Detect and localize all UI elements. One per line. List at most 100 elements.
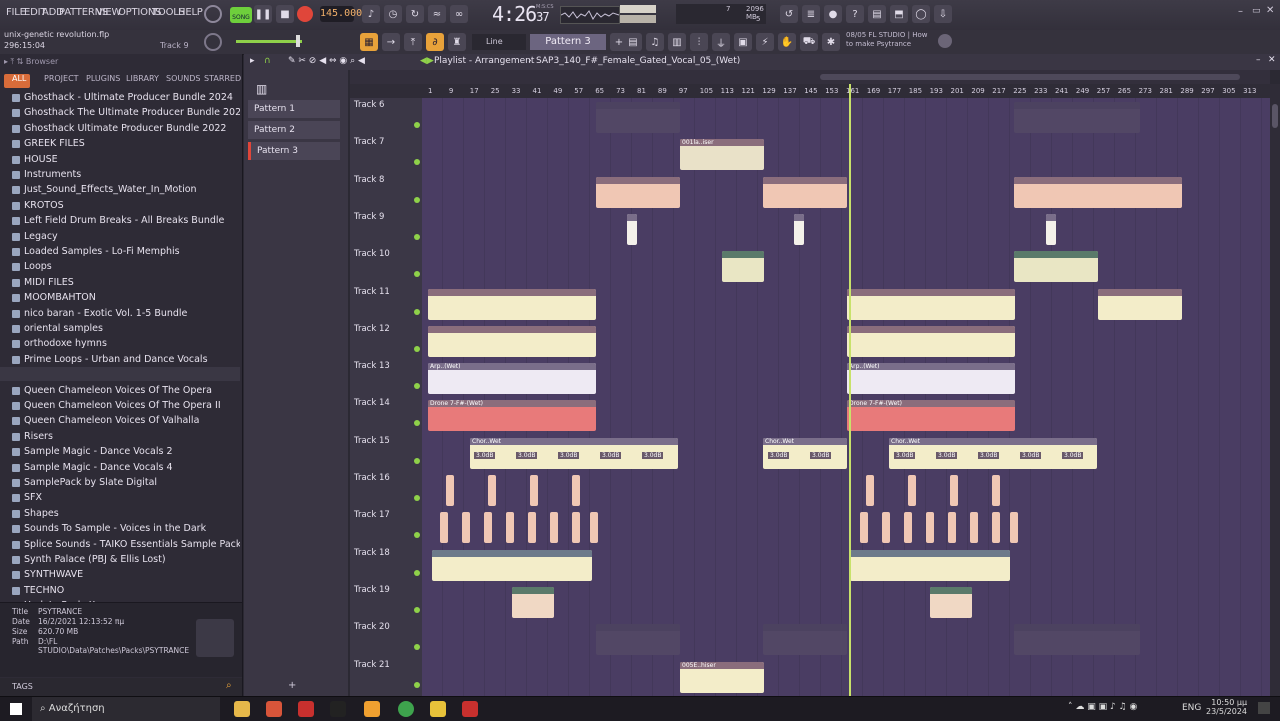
chrome-icon[interactable] bbox=[398, 701, 414, 717]
stamp-button[interactable]: ♜ bbox=[448, 33, 466, 51]
playlist-clip[interactable] bbox=[866, 475, 874, 506]
channel-rack-button[interactable]: ▥ bbox=[668, 33, 686, 51]
track-header[interactable]: Track 18 bbox=[354, 548, 420, 576]
blend-notes-button[interactable]: ≈ bbox=[428, 5, 446, 23]
file-explorer-icon[interactable] bbox=[234, 701, 250, 717]
master-volume-knob[interactable] bbox=[204, 5, 222, 23]
clip-header[interactable]: Chor..Wet bbox=[889, 437, 1097, 445]
search-icon[interactable]: ⌕ bbox=[226, 680, 232, 691]
browser-item[interactable]: Queen Chameleon Voices Of Valhalla bbox=[12, 415, 199, 426]
track-header[interactable]: Track 13 bbox=[354, 361, 420, 390]
add-pattern-icon[interactable]: + bbox=[288, 680, 296, 691]
playlist-clip[interactable] bbox=[847, 325, 1015, 357]
playlist-clip[interactable] bbox=[528, 512, 536, 544]
clip-header[interactable] bbox=[596, 176, 680, 184]
taskbar-search[interactable]: ⌕ Αναζήτηση bbox=[32, 697, 220, 721]
playlist-menu-icon[interactable]: ▸ bbox=[250, 56, 255, 66]
clip-header[interactable] bbox=[596, 624, 680, 632]
playlist-close-icon[interactable]: ✕ bbox=[1268, 55, 1276, 65]
browser-item[interactable]: TECHNO bbox=[12, 585, 64, 596]
pitch-knob[interactable] bbox=[204, 33, 222, 51]
piano-icon[interactable]: ▥ bbox=[256, 82, 267, 96]
fl-studio-icon[interactable] bbox=[364, 701, 380, 717]
playlist-clip[interactable] bbox=[1098, 288, 1182, 320]
playlist-clip[interactable] bbox=[1014, 624, 1140, 656]
playlist-clip[interactable] bbox=[992, 512, 1000, 544]
playlist-clip[interactable] bbox=[948, 512, 956, 544]
playlist-clip[interactable] bbox=[1014, 251, 1098, 283]
chat-button[interactable]: ◯ bbox=[912, 5, 930, 23]
playlist-clip[interactable] bbox=[572, 512, 580, 544]
countdown-button[interactable]: ↻ bbox=[406, 5, 424, 23]
windows-start-icon[interactable] bbox=[10, 703, 22, 715]
tab-sounds[interactable]: SOUNDS bbox=[166, 74, 200, 83]
recorder-icon[interactable] bbox=[298, 701, 314, 717]
stop-button[interactable]: ■ bbox=[276, 5, 294, 23]
track-header[interactable]: Track 16 bbox=[354, 473, 420, 501]
pattern-item-3[interactable]: Pattern 3 bbox=[248, 142, 340, 160]
track-header[interactable]: Track 21 bbox=[354, 660, 420, 688]
track-enable-toggle[interactable] bbox=[414, 196, 420, 203]
clip-header[interactable] bbox=[596, 102, 680, 109]
track-header[interactable]: Track 6 bbox=[354, 100, 420, 128]
browser-item[interactable]: Shapes bbox=[12, 508, 59, 519]
record-button[interactable] bbox=[297, 6, 313, 22]
browser-item[interactable]: Splice Sounds - TAIKO Essentials Sample … bbox=[12, 539, 240, 550]
download-button[interactable]: ⇩ bbox=[934, 5, 952, 23]
playlist-clip-source[interactable]: SAP3_140_F#_Female_Gated_Vocal_05_(Wet) bbox=[536, 56, 740, 66]
playlist-clip[interactable]: Arp..(Wet) bbox=[428, 363, 596, 395]
notification-icon[interactable] bbox=[1258, 702, 1270, 714]
metronome-button[interactable]: ♪ bbox=[362, 5, 380, 23]
tags-label[interactable]: TAGS bbox=[12, 682, 33, 691]
playlist-clip[interactable] bbox=[550, 512, 558, 544]
snap-mode-select[interactable]: Line bbox=[472, 34, 526, 50]
playlist-minimize-icon[interactable]: – bbox=[1256, 55, 1261, 65]
clip-header[interactable]: Arp..(Wet) bbox=[428, 363, 596, 371]
playlist-clip[interactable] bbox=[763, 176, 847, 208]
playlist-clip[interactable] bbox=[572, 475, 580, 506]
browser-item[interactable]: GREEK FILES bbox=[12, 138, 85, 149]
plugin-picker-button[interactable]: ⏚ bbox=[712, 33, 730, 51]
tab-all[interactable]: ALL bbox=[12, 74, 26, 83]
mixer-button[interactable]: ≣ bbox=[802, 5, 820, 23]
playlist-clip[interactable] bbox=[970, 512, 978, 544]
browser-item[interactable]: Legacy bbox=[12, 231, 58, 242]
browser-item[interactable]: Queen Chameleon Voices Of The Opera II bbox=[12, 400, 221, 411]
terminal-icon[interactable] bbox=[330, 701, 346, 717]
track-enable-toggle[interactable] bbox=[414, 308, 420, 315]
playlist-clip[interactable] bbox=[908, 475, 916, 506]
track-header[interactable]: Track 14 bbox=[354, 398, 420, 427]
piano-roll-button[interactable]: ♫ bbox=[646, 33, 664, 51]
clip-header[interactable] bbox=[428, 288, 596, 296]
clip-header[interactable]: Chor..Wet bbox=[763, 437, 847, 445]
magnet-icon[interactable]: ∩ bbox=[264, 56, 271, 66]
clip-header[interactable]: 001la..iser bbox=[680, 139, 764, 147]
playlist-clip[interactable] bbox=[590, 512, 598, 544]
playlist-clip[interactable] bbox=[1046, 213, 1056, 245]
vertical-scrollbar[interactable] bbox=[1270, 84, 1280, 696]
browser-item[interactable]: Sample Magic - Dance Vocals 4 bbox=[12, 462, 173, 473]
playlist-clip[interactable] bbox=[847, 288, 1015, 320]
browser-item[interactable]: Instruments bbox=[12, 169, 81, 180]
browser-item[interactable]: Loaded Samples - Lo-Fi Memphis bbox=[12, 246, 180, 257]
browser-item[interactable]: Prime Loops - Urban and Dance Vocals bbox=[12, 354, 208, 365]
browser-item[interactable]: Queen Chameleon Voices Of The Opera bbox=[12, 385, 212, 396]
draw-tools-icon[interactable]: ✎ ✂ ⊘ ◀ ⇔ ◉ ⌕ ◀ bbox=[288, 56, 365, 66]
browser-item[interactable]: HOUSE bbox=[12, 154, 58, 165]
playlist-clip[interactable] bbox=[882, 512, 890, 544]
clip-header[interactable] bbox=[1014, 102, 1140, 109]
track-header[interactable]: Track 12 bbox=[354, 324, 420, 352]
clip-header[interactable] bbox=[627, 213, 637, 221]
master-volume-slider[interactable] bbox=[236, 40, 302, 43]
track-enable-toggle[interactable] bbox=[414, 532, 420, 539]
pattern-selector[interactable]: Pattern 3 bbox=[530, 34, 606, 50]
track-enable-toggle[interactable] bbox=[414, 681, 420, 688]
playlist-grid[interactable]: 001la..iser Arp..(Wet) Arp..(Wet) Drone 7-F… bbox=[422, 98, 1270, 696]
browser-item[interactable]: Ghosthack - Ultimate Producer Bundle 202… bbox=[12, 92, 233, 103]
track-header[interactable]: Track 9 bbox=[354, 212, 420, 240]
tab-project[interactable]: PROJECT bbox=[44, 74, 79, 83]
tab-starred[interactable]: STARRED bbox=[204, 74, 241, 83]
menu-help[interactable]: HELP bbox=[178, 7, 203, 18]
window-minimize-icon[interactable]: – bbox=[1238, 6, 1243, 17]
playlist-clip[interactable] bbox=[596, 624, 680, 656]
